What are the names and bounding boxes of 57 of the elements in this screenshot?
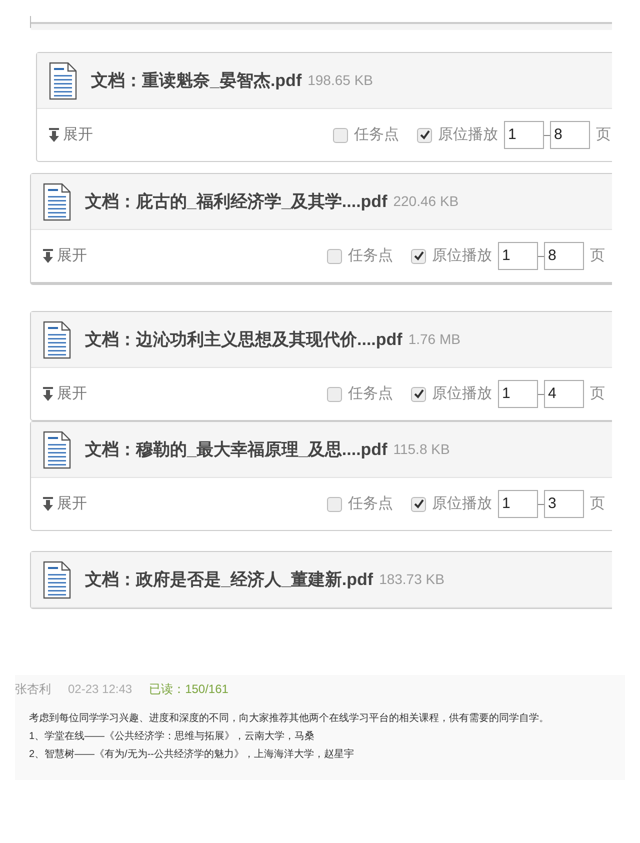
page-from-field[interactable]: 1 — [498, 490, 538, 518]
down-arrow-icon — [49, 128, 59, 142]
checkbox-label: 任务点 — [348, 246, 393, 266]
document-title[interactable]: 文档：穆勒的_最大幸福原理_及思....pdf — [85, 436, 388, 462]
expand-button[interactable]: 展开 — [49, 124, 93, 146]
down-arrow-icon — [43, 387, 53, 401]
down-arrow-icon — [43, 497, 53, 511]
page-from-field[interactable]: 1 — [498, 242, 538, 270]
document-icon — [49, 62, 77, 100]
page-unit: 页 — [590, 246, 605, 266]
expand-button[interactable]: 展开 — [43, 244, 87, 268]
page-from-field[interactable]: 1 — [504, 121, 544, 149]
file-size: 198.65 KB — [308, 71, 373, 90]
checkbox-label: 原位播放 — [432, 494, 492, 514]
document-title[interactable]: 文档：重读魁奈_晏智杰.pdf — [91, 68, 302, 94]
document-title[interactable]: 文档：庇古的_福利经济学_及其学....pdf — [85, 188, 388, 214]
document-title[interactable]: 文档：政府是否是_经济人_董建新.pdf — [85, 566, 374, 592]
document-icon — [43, 430, 71, 468]
checkbox[interactable] — [327, 248, 342, 264]
page-to-field[interactable]: 8 — [550, 121, 590, 149]
post-text: 2、智慧树——《有为/无为--公共经济学的魅力》，上海海洋大学，赵星宇 — [29, 748, 355, 762]
checkbox[interactable] — [327, 386, 342, 402]
page-unit: 页 — [590, 384, 605, 404]
page-unit: 页 — [590, 494, 605, 514]
post-time: 02-23 12:43 — [68, 681, 132, 698]
down-arrow-icon — [43, 249, 53, 263]
checkbox-label: 任务点 — [348, 384, 393, 404]
post-text: 考虑到每位同学学习兴趣、进度和深度的不同，向大家推荐其他两个在线学习平台的相关课程，供有需要的同学自学。 — [29, 712, 550, 726]
page-from-field[interactable]: 1 — [498, 380, 538, 408]
read-count: 已读：150/161 — [149, 681, 228, 698]
page-to-field[interactable]: 3 — [544, 490, 584, 518]
page-unit: 页 — [596, 124, 611, 145]
file-size: 220.46 KB — [393, 192, 459, 211]
checkbox-label: 任务点 — [354, 124, 399, 145]
document-title[interactable]: 文档：边沁功利主义思想及其现代价....pdf — [85, 326, 402, 352]
document-icon — [43, 560, 71, 598]
checkbox[interactable] — [417, 128, 432, 142]
checkbox-label: 原位播放 — [432, 384, 492, 404]
checkbox[interactable] — [411, 248, 426, 264]
checkbox-label: 原位播放 — [438, 124, 498, 145]
checkbox[interactable] — [411, 386, 426, 402]
file-size: 1.76 MB — [408, 330, 460, 349]
expand-button[interactable]: 展开 — [43, 492, 87, 516]
page-to-field[interactable]: 4 — [544, 380, 584, 408]
checkbox-label: 原位播放 — [432, 246, 492, 266]
document-icon — [43, 182, 71, 220]
document-icon — [43, 320, 71, 358]
author-name: 张杏利 — [15, 681, 51, 698]
checkbox[interactable] — [411, 496, 426, 512]
file-size: 115.8 KB — [393, 440, 450, 459]
expand-button[interactable]: 展开 — [43, 382, 87, 406]
checkbox-label: 任务点 — [348, 494, 393, 514]
checkbox[interactable] — [327, 496, 342, 512]
post-text: 1、学堂在线——《公共经济学：思维与拓展》，云南大学，马桑 — [29, 730, 316, 744]
file-size: 183.73 KB — [379, 570, 444, 589]
page-to-field[interactable]: 8 — [544, 242, 584, 270]
checkbox[interactable] — [333, 128, 348, 142]
